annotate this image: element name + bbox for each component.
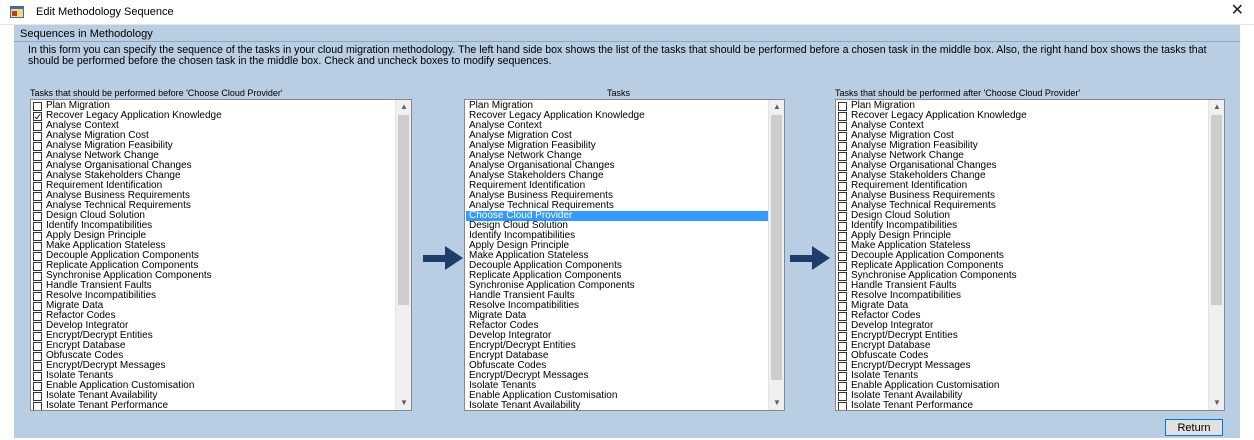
before-list-scrollbar[interactable]: ▲ ▼	[395, 100, 411, 410]
checkbox[interactable]	[838, 192, 847, 201]
after-list-scrollbar[interactable]: ▲ ▼	[1208, 100, 1224, 410]
scroll-thumb[interactable]	[1211, 115, 1222, 305]
checkbox[interactable]	[838, 112, 847, 121]
checkbox[interactable]	[33, 392, 42, 401]
checkbox[interactable]	[838, 172, 847, 181]
checklist-item-label: Isolate Tenant Performance	[851, 400, 974, 411]
checkbox[interactable]	[33, 362, 42, 371]
checkbox[interactable]	[33, 222, 42, 231]
right-arrow-icon	[423, 246, 463, 270]
checkbox[interactable]	[838, 182, 847, 191]
checkbox[interactable]	[838, 102, 847, 111]
before-tasks-checklist[interactable]: Plan Migration Recover Legacy Application…	[30, 99, 412, 411]
checkbox[interactable]	[33, 132, 42, 141]
scroll-up-icon[interactable]: ▲	[396, 100, 411, 114]
right-arrow-icon	[790, 246, 830, 270]
tasks-list-scrollbar[interactable]: ▲ ▼	[768, 100, 784, 410]
checkbox[interactable]	[838, 302, 847, 311]
checkbox[interactable]	[33, 252, 42, 261]
after-tasks-checklist[interactable]: Plan Migration Recover Legacy Application…	[835, 99, 1225, 411]
checkbox[interactable]	[33, 202, 42, 211]
checkbox[interactable]	[33, 332, 42, 341]
scroll-up-icon[interactable]: ▲	[769, 100, 784, 114]
scroll-down-icon[interactable]: ▼	[1209, 396, 1224, 410]
checkbox[interactable]	[33, 242, 42, 251]
checkbox[interactable]	[838, 242, 847, 251]
checkbox[interactable]	[838, 392, 847, 401]
checkbox[interactable]	[838, 262, 847, 271]
checkbox[interactable]	[33, 192, 42, 201]
checkbox[interactable]	[838, 272, 847, 281]
close-icon[interactable]: ✕	[1231, 2, 1244, 20]
group-title: Sequences in Methodology	[20, 28, 153, 40]
return-button[interactable]: Return	[1165, 419, 1223, 436]
checkbox[interactable]	[838, 152, 847, 161]
scroll-thumb[interactable]	[771, 115, 782, 380]
checkbox[interactable]	[838, 312, 847, 321]
checkbox[interactable]	[838, 332, 847, 341]
checkbox[interactable]	[838, 402, 847, 410]
checkbox[interactable]	[33, 102, 42, 111]
checkbox[interactable]	[838, 252, 847, 261]
checkbox[interactable]	[838, 132, 847, 141]
checkbox[interactable]	[838, 322, 847, 331]
checkbox[interactable]	[33, 122, 42, 131]
checkbox[interactable]	[33, 322, 42, 331]
app-window-icon	[10, 6, 24, 18]
before-list-label: Tasks that should be performed before 'C…	[30, 88, 283, 98]
form-client-area: Sequences in Methodology In this form yo…	[14, 25, 1240, 438]
checkbox[interactable]	[838, 292, 847, 301]
group-divider	[14, 41, 1240, 42]
checkbox[interactable]	[33, 352, 42, 361]
checklist-item-label: Isolate Tenant Performance	[46, 400, 169, 411]
instructions-text: In this form you can specify the sequenc…	[28, 44, 1207, 67]
checkbox[interactable]	[838, 362, 847, 371]
window-title: Edit Methodology Sequence	[36, 6, 174, 18]
checklist-item[interactable]: Isolate Tenant Performance	[838, 400, 1027, 411]
checkbox[interactable]	[838, 282, 847, 291]
checkbox[interactable]	[33, 282, 42, 291]
scroll-up-icon[interactable]: ▲	[1209, 100, 1224, 114]
scroll-down-icon[interactable]: ▼	[396, 396, 411, 410]
after-list-label: Tasks that should be performed after 'Ch…	[835, 88, 1081, 98]
checkbox[interactable]	[838, 232, 847, 241]
checkbox[interactable]	[838, 202, 847, 211]
title-bar: Edit Methodology Sequence ✕	[0, 0, 1254, 25]
checkbox[interactable]	[33, 172, 42, 181]
checkbox[interactable]	[33, 142, 42, 151]
checkbox[interactable]	[33, 292, 42, 301]
checkbox[interactable]	[838, 212, 847, 221]
checkbox[interactable]	[33, 182, 42, 191]
checkbox[interactable]	[838, 162, 847, 171]
checkbox[interactable]	[33, 232, 42, 241]
checkbox[interactable]	[33, 382, 42, 391]
checkbox[interactable]	[33, 272, 42, 281]
checkbox[interactable]	[838, 352, 847, 361]
tasks-listbox[interactable]: Plan Migration Recover Legacy Application…	[464, 99, 785, 411]
checkbox[interactable]	[33, 402, 42, 410]
checkbox[interactable]	[33, 302, 42, 311]
checkbox-checked[interactable]	[33, 112, 42, 121]
checkbox[interactable]	[838, 142, 847, 151]
checkbox[interactable]	[838, 122, 847, 131]
checkbox[interactable]	[838, 372, 847, 381]
checkbox[interactable]	[33, 312, 42, 321]
checkbox[interactable]	[838, 222, 847, 231]
checkbox[interactable]	[33, 262, 42, 271]
scroll-thumb[interactable]	[398, 115, 409, 305]
scroll-down-icon[interactable]: ▼	[769, 396, 784, 410]
checkbox[interactable]	[33, 212, 42, 221]
checkbox[interactable]	[838, 342, 847, 351]
checklist-item[interactable]: Isolate Tenant Performance	[33, 400, 222, 411]
checkbox[interactable]	[33, 342, 42, 351]
tasks-list-label: Tasks	[607, 88, 631, 98]
checkbox[interactable]	[33, 162, 42, 171]
checkbox[interactable]	[33, 152, 42, 161]
checkbox[interactable]	[33, 372, 42, 381]
checkbox[interactable]	[838, 382, 847, 391]
